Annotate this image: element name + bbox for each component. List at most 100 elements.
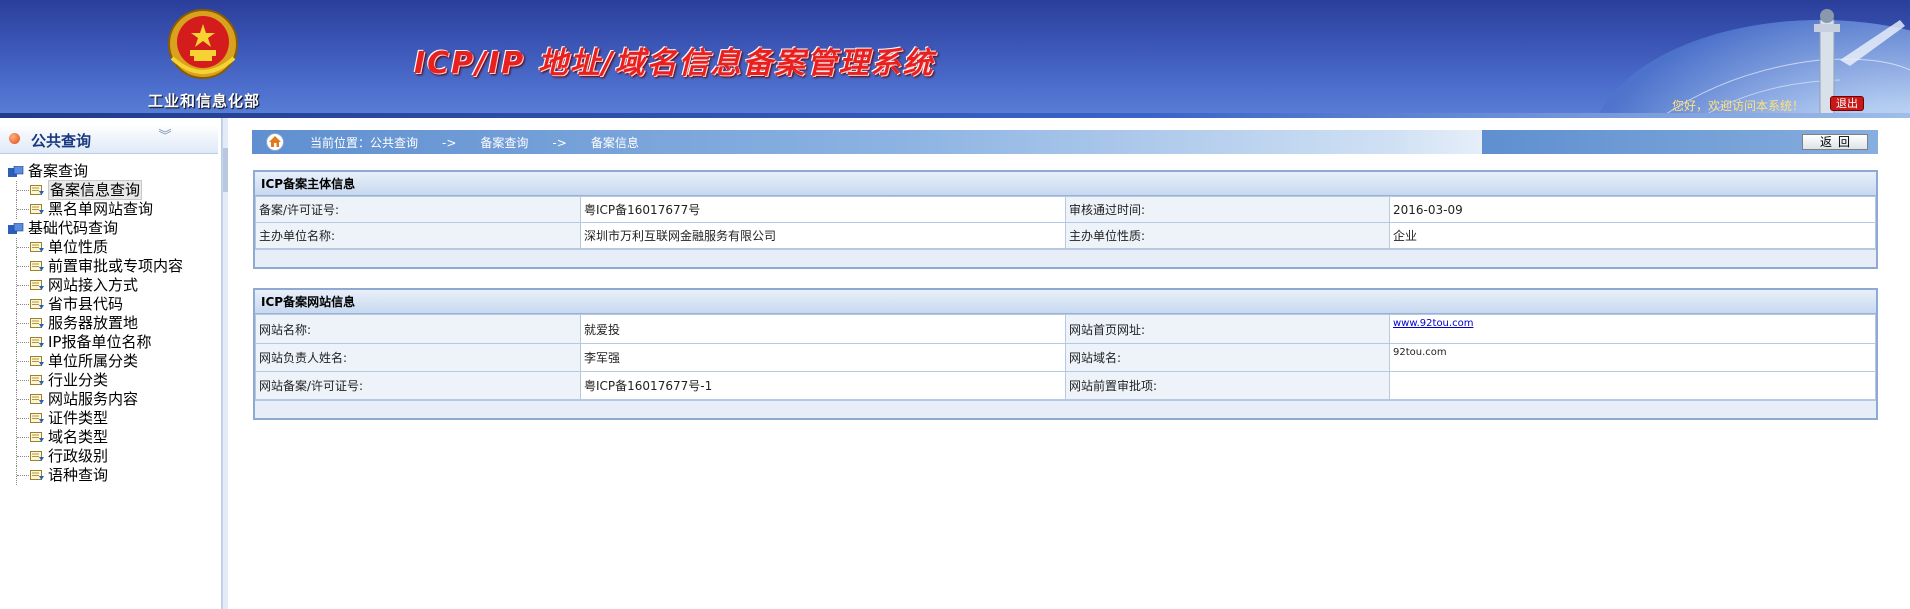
tree-connector [16, 352, 30, 371]
field-value-text: 粤ICP备16017677号 [584, 203, 701, 217]
field-label: 主办单位性质: [1065, 222, 1390, 249]
tree-item[interactable]: 备案信息查询 [6, 180, 216, 200]
tree-group[interactable]: 备案查询 [6, 162, 216, 181]
field-value: 2016-03-09 [1389, 196, 1876, 223]
field-value-text: 92tou.com [1393, 347, 1447, 358]
tree-item-label: 语种查询 [48, 466, 109, 484]
tree-item[interactable]: 前置审批或专项内容 [6, 257, 216, 276]
document-icon [30, 299, 44, 309]
folder-group-icon [8, 223, 24, 234]
info-row: 网站备案/许可证号: 粤ICP备16017677号-1 网站前置审批项: [255, 371, 1876, 400]
tree-item[interactable]: 网站接入方式 [6, 276, 216, 295]
home-icon[interactable] [266, 133, 284, 151]
document-icon [30, 451, 44, 461]
tree-connector [16, 466, 30, 485]
tree-item[interactable]: 语种查询 [6, 466, 216, 485]
sidebar-splitter[interactable] [222, 118, 228, 609]
tree-item-label: 证件类型 [48, 409, 109, 427]
tree-connector [16, 181, 30, 200]
collapse-chevron-icon[interactable]: ︾ [157, 129, 173, 145]
tree-item[interactable]: 网站服务内容 [6, 390, 216, 409]
tree-connector [16, 314, 30, 333]
tree-connector [16, 409, 30, 428]
splitter-handle[interactable] [223, 148, 228, 192]
tree-item-label: IP报备单位名称 [48, 333, 152, 351]
tree-connector [16, 257, 30, 276]
field-label-text: 网站首页网址: [1069, 322, 1146, 337]
tree-item-label: 网站接入方式 [48, 276, 139, 294]
entity-info-table: 备案/许可证号: 粤ICP备16017677号 审核通过时间: 2016-03-09 主… [255, 196, 1876, 249]
document-icon [30, 185, 44, 195]
panel-footer [255, 249, 1876, 267]
sidebar-title: 公共查询 [31, 132, 92, 150]
breadcrumb-location: 当前位置：公共查询 [310, 136, 419, 150]
tree-item[interactable]: 黑名单网站查询 [6, 200, 216, 219]
info-row: 主办单位名称: 深圳市万利互联网金融服务有限公司 主办单位性质: 企业 [255, 222, 1876, 249]
field-label: 网站前置审批项: [1065, 371, 1390, 400]
top-banner: 工业和信息化部 ICP/IP 地址/域名信息备案管理系统 您好，欢迎访问本系统！… [0, 0, 1910, 118]
document-icon [30, 242, 44, 252]
tree-connector [16, 447, 30, 466]
national-emblem-icon [168, 9, 238, 79]
field-value-text: 就爱投 [584, 322, 621, 337]
field-value: 粤ICP备16017677号-1 [580, 371, 1066, 400]
tree-connector [16, 238, 30, 257]
field-label-text: 备案/许可证号: [259, 203, 340, 217]
welcome-text: 您好，欢迎访问本系统！ [1672, 99, 1805, 113]
document-icon [30, 356, 44, 366]
tree-item-label: 前置审批或专项内容 [48, 257, 184, 275]
tree-item[interactable]: 单位性质 [6, 238, 216, 257]
tree-item[interactable]: 行业分类 [6, 371, 216, 390]
document-icon [30, 375, 44, 385]
field-label: 网站域名: [1065, 343, 1390, 372]
document-icon [30, 318, 44, 328]
tree-group-label: 基础代码查询 [28, 219, 119, 237]
field-label-text: 网站备案/许可证号: [259, 379, 364, 393]
tree-connector [16, 390, 30, 409]
tree-item[interactable]: 服务器放置地 [6, 314, 216, 333]
tree-item-label: 单位性质 [48, 238, 109, 256]
document-icon [30, 432, 44, 442]
field-value-text: 企业 [1393, 229, 1418, 243]
website-info-panel: ICP备案网站信息 网站名称: 就爱投 网站首页网址: www.92tou.com 网站… [253, 288, 1878, 420]
tree-connector [16, 371, 30, 390]
field-label-text: 主办单位名称: [259, 229, 336, 243]
tree-connector [16, 276, 30, 295]
field-label-text: 审核通过时间: [1069, 203, 1146, 217]
breadcrumb-level2[interactable]: 备案查询 [480, 134, 528, 151]
tree-item[interactable]: 省市县代码 [6, 295, 216, 314]
field-value: 李军强 [580, 343, 1066, 372]
breadcrumb-separator: -> [552, 136, 567, 150]
field-label-text: 主办单位性质: [1069, 229, 1146, 243]
logout-button[interactable]: 退出 [1830, 96, 1864, 111]
document-icon [30, 394, 44, 404]
tree-connector [16, 428, 30, 447]
breadcrumb-level3: 备案信息 [590, 136, 639, 150]
field-value-text: 2016-03-09 [1393, 202, 1463, 217]
panel-title: ICP备案网站信息 [255, 290, 1876, 314]
field-value: 粤ICP备16017677号 [580, 196, 1066, 223]
tree-connector [16, 295, 30, 314]
tree-group[interactable]: 基础代码查询 [6, 219, 216, 238]
back-button[interactable]: 返回 [1802, 134, 1868, 150]
tree-item[interactable]: 行政级别 [6, 447, 216, 466]
field-label-text: 网站名称: [259, 322, 312, 337]
tree-item-label: 行业分类 [48, 371, 109, 389]
document-icon [30, 204, 44, 214]
tree-item-label: 黑名单网站查询 [48, 200, 154, 218]
homepage-link[interactable]: www.92tou.com [1393, 318, 1473, 329]
field-label: 审核通过时间: [1065, 196, 1390, 223]
tree-item-label: 备案信息查询 [48, 180, 143, 200]
field-label: 备案/许可证号: [255, 196, 581, 223]
field-label-text: 网站前置审批项: [1069, 379, 1158, 393]
folder-group-icon [8, 166, 24, 177]
tree-item[interactable]: 证件类型 [6, 409, 216, 428]
field-value: 就爱投 [580, 314, 1066, 344]
tree-item[interactable]: IP报备单位名称 [6, 333, 216, 352]
breadcrumb-text: 当前位置：公共查询 -> 备案查询 -> 备案信息 [310, 134, 639, 151]
document-icon [30, 470, 44, 480]
navigation-tree: 备案查询 备案信息查询 黑名单网站查询 基础代码查询 单位性质 前置审批或专项内容 网站接入… [6, 162, 216, 485]
tree-item[interactable]: 单位所属分类 [6, 352, 216, 371]
sidebar-header: 公共查询 ︾ [0, 124, 218, 154]
tree-item[interactable]: 域名类型 [6, 428, 216, 447]
